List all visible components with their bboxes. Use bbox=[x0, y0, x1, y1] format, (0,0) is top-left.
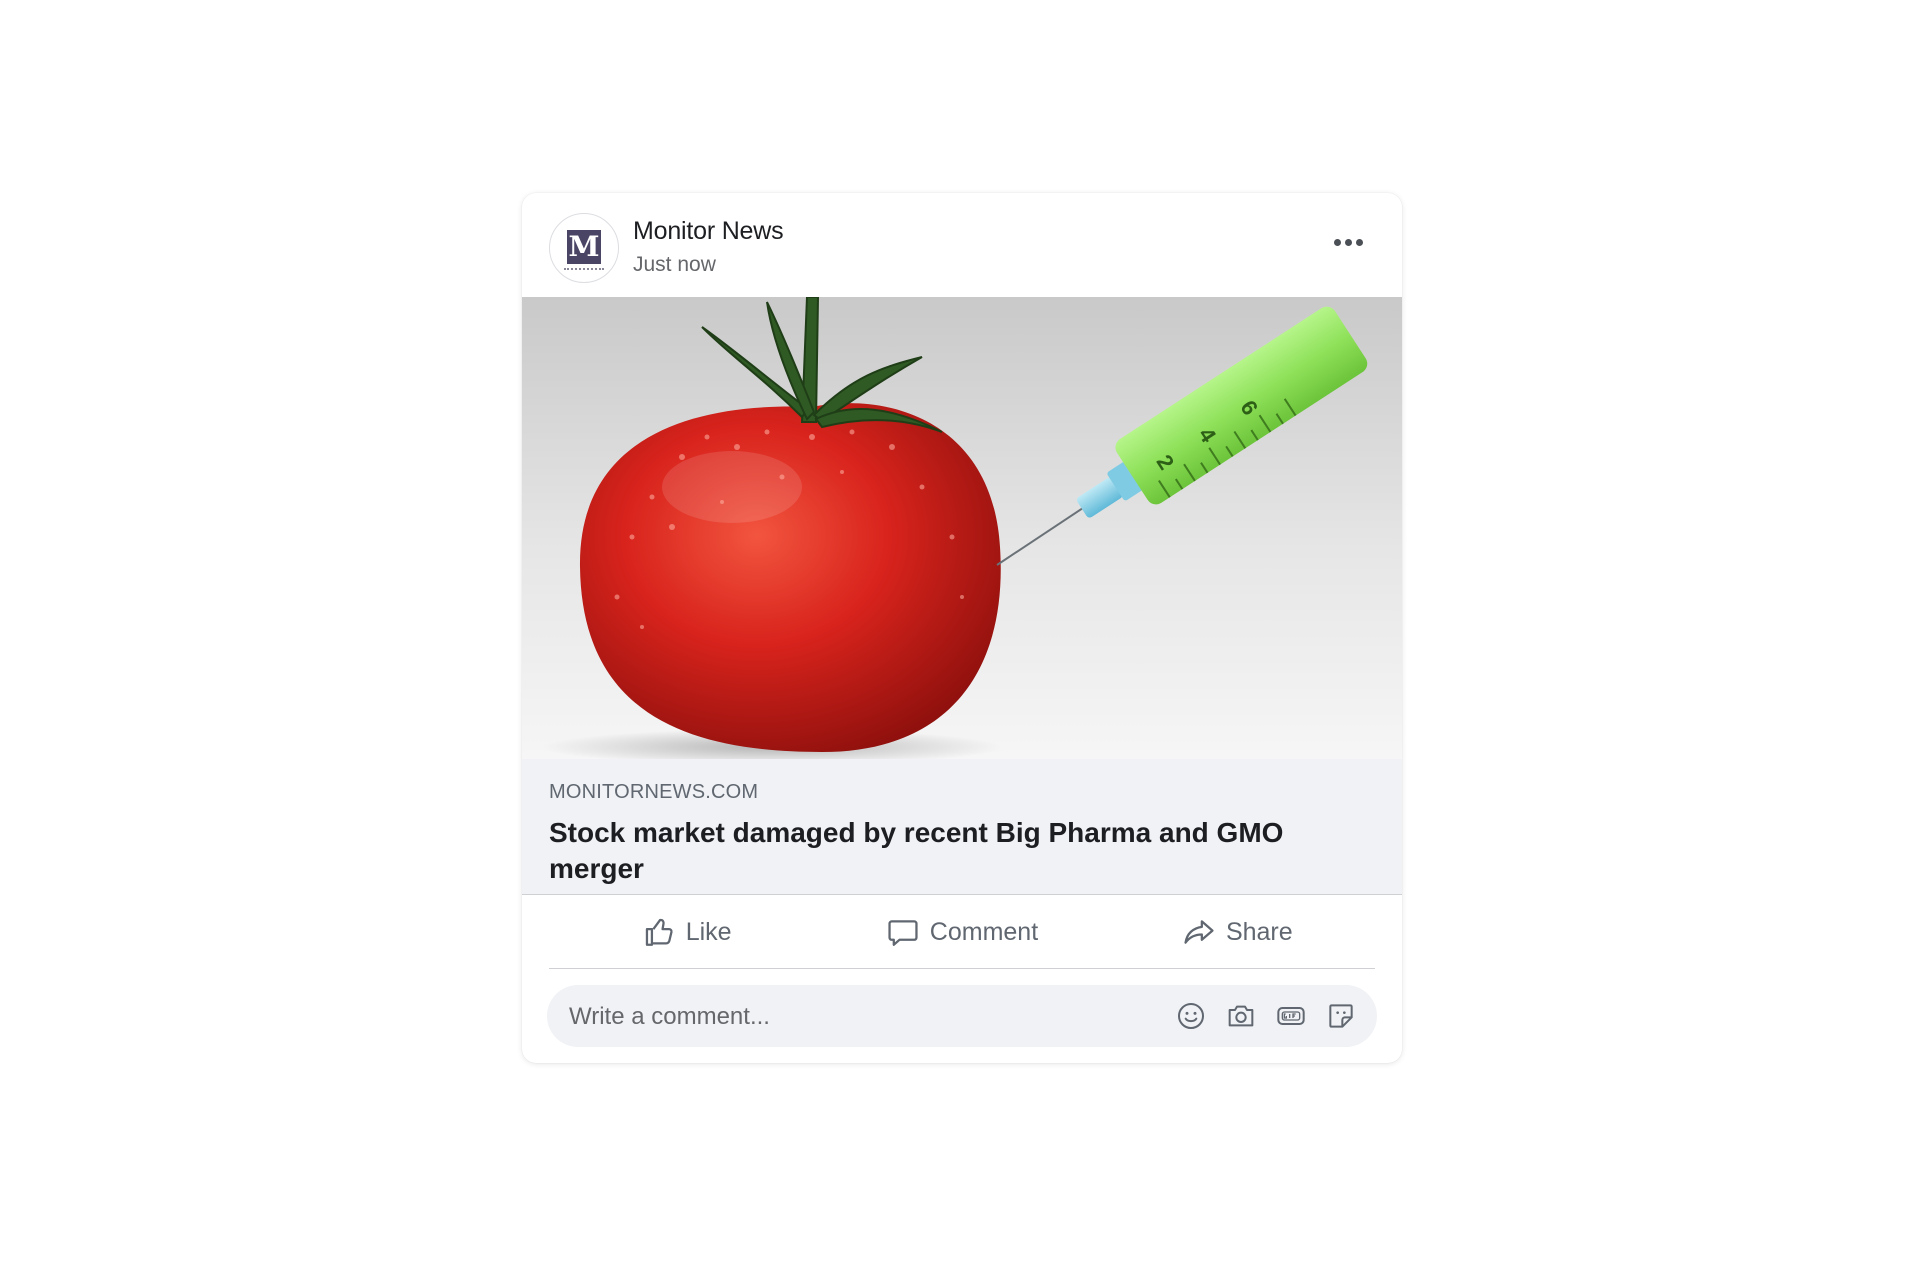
post-image[interactable]: 2 4 6 bbox=[522, 297, 1402, 759]
link-preview[interactable]: MONITORNEWS.COM Stock market damaged by … bbox=[522, 759, 1402, 895]
comment-input[interactable] bbox=[567, 985, 1131, 1049]
logo-tagline bbox=[564, 268, 604, 273]
gif-button[interactable] bbox=[1275, 1000, 1307, 1032]
share-label: Share bbox=[1225, 917, 1293, 946]
avatar[interactable]: M bbox=[549, 213, 619, 283]
comment-label: Comment bbox=[929, 917, 1039, 946]
smiley-icon bbox=[1178, 1003, 1204, 1029]
post-header: M Monitor News Just now bbox=[522, 193, 1402, 297]
thumbs-up-icon bbox=[645, 918, 673, 946]
like-button[interactable]: Like bbox=[549, 896, 824, 968]
more-options-button[interactable] bbox=[1328, 229, 1368, 255]
comment-tools bbox=[1175, 1000, 1357, 1032]
gif-icon bbox=[1277, 1007, 1305, 1025]
comment-composer bbox=[547, 985, 1377, 1049]
more-dot-icon bbox=[1333, 238, 1341, 246]
more-dot-icon bbox=[1355, 238, 1363, 246]
post-card: M Monitor News Just now 2 4 6 MONITORNEW… bbox=[522, 193, 1402, 1063]
photo-button[interactable] bbox=[1225, 1000, 1257, 1032]
share-arrow-icon bbox=[1184, 920, 1214, 944]
emoji-button[interactable] bbox=[1175, 1000, 1207, 1032]
sticker-button[interactable] bbox=[1325, 1000, 1357, 1032]
sticker-icon bbox=[1329, 1004, 1353, 1028]
comment-bubble-icon bbox=[888, 920, 918, 946]
comment-button[interactable]: Comment bbox=[824, 896, 1099, 968]
post-timestamp[interactable]: Just now bbox=[633, 253, 716, 277]
link-title[interactable]: Stock market damaged by recent Big Pharm… bbox=[549, 815, 1369, 887]
camera-icon bbox=[1228, 1005, 1254, 1027]
tomato bbox=[579, 403, 1001, 752]
like-label: Like bbox=[685, 917, 732, 946]
share-button[interactable]: Share bbox=[1100, 896, 1375, 968]
page-name[interactable]: Monitor News bbox=[633, 217, 784, 246]
link-domain: MONITORNEWS.COM bbox=[549, 781, 759, 803]
more-dot-icon bbox=[1344, 238, 1352, 246]
post-actions: Like Comment Share bbox=[549, 896, 1375, 969]
publisher-logo: M bbox=[567, 230, 601, 264]
